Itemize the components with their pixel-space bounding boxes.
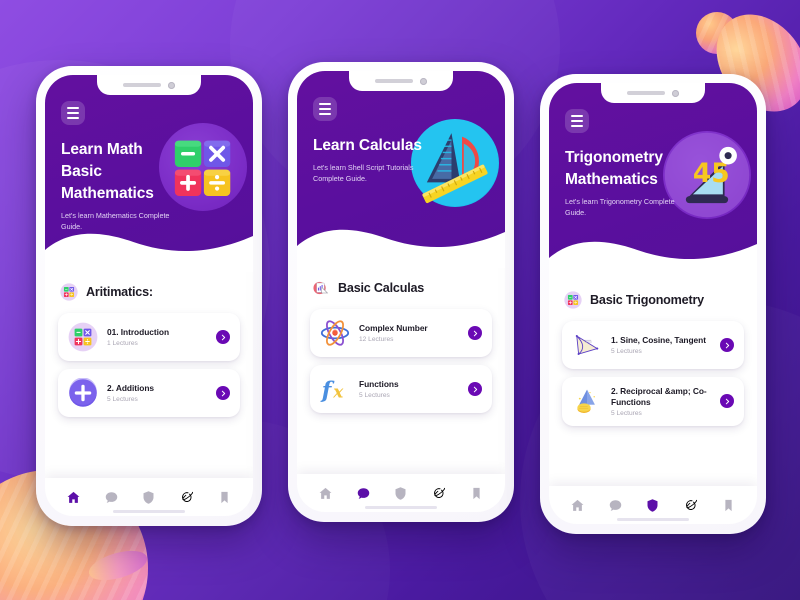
phone-screen: Learn Math Basic Mathematics Let's learn …: [45, 75, 253, 516]
nav-planet[interactable]: [177, 487, 197, 507]
home-indicator: [113, 510, 185, 513]
nav-home[interactable]: [64, 487, 84, 507]
course-card-list: Complex Number 12 Lectures f x Functions 5…: [310, 309, 492, 413]
course-card[interactable]: 2. Reciprocal &amp; Co-Functions 5 Lectur…: [562, 377, 744, 426]
open-course-arrow-button[interactable]: [468, 382, 482, 396]
course-card[interactable]: 2. Additions 5 Lectures: [58, 369, 240, 417]
course-card[interactable]: 1. Sine, Cosine, Tangent 5 Lectures: [562, 321, 744, 369]
open-course-arrow-button[interactable]: [720, 394, 734, 409]
home-indicator: [365, 506, 437, 509]
course-title: 1. Sine, Cosine, Tangent: [611, 335, 706, 346]
phone-screen: Learn Calculas Let's learn Shell Script T…: [297, 71, 505, 512]
open-course-arrow-button[interactable]: [468, 326, 482, 340]
home-indicator: [617, 518, 689, 521]
open-course-arrow-button[interactable]: [720, 338, 734, 352]
math-blocks-small-icon: [60, 283, 78, 301]
math-blocks-small-icon: [68, 322, 98, 352]
phone-mockup-1: Learn Math Basic Mathematics Let's learn …: [36, 66, 262, 526]
speaker-grill: [627, 91, 665, 95]
course-title: 2. Reciprocal &amp; Co-Functions: [611, 386, 707, 407]
nav-home[interactable]: [316, 483, 336, 503]
nav-bookmark[interactable]: [718, 495, 738, 515]
course-lecture-count: 12 Lectures: [359, 335, 394, 343]
speaker-grill: [375, 79, 413, 83]
page-title: Learn Math Basic Mathematics: [61, 141, 154, 202]
phone-screen: Trigonometry Mathematics Let's learn Trig…: [549, 83, 757, 524]
course-title: Functions: [359, 379, 399, 390]
nav-bookmark[interactable]: [466, 483, 486, 503]
section-title: Basic Calculas: [338, 281, 425, 295]
header-wave-divider: [297, 229, 505, 268]
math-blocks-small-icon: [564, 291, 582, 309]
plus-circle-icon: [68, 378, 98, 408]
course-title: 2. Additions: [107, 383, 155, 394]
app-header: Learn Math Basic Mathematics Let's learn …: [45, 75, 253, 272]
header-wave-divider: [549, 241, 757, 280]
app-header: Trigonometry Mathematics Let's learn Trig…: [549, 83, 757, 280]
course-lecture-count: 1 Lectures: [107, 339, 138, 347]
nav-shield[interactable]: [643, 495, 663, 515]
app-header: Learn Calculas Let's learn Shell Script T…: [297, 71, 505, 268]
svg-text:f: f: [320, 377, 335, 403]
course-card[interactable]: 01. Introduction 1 Lectures: [58, 313, 240, 361]
course-title: 01. Introduction: [107, 327, 170, 338]
page-subtitle: Let's learn Mathematics Complete Guide.: [61, 211, 170, 232]
nav-planet[interactable]: [681, 495, 701, 515]
course-title: Complex Number: [359, 323, 428, 334]
nav-chat[interactable]: [605, 495, 625, 515]
course-lecture-count: 5 Lectures: [611, 409, 642, 417]
hamburger-menu-icon[interactable]: [61, 101, 85, 125]
atom-icon: [320, 318, 350, 348]
open-course-arrow-button[interactable]: [216, 386, 230, 400]
speaker-grill: [123, 83, 161, 87]
mockup-stage: Learn Math Basic Mathematics Let's learn …: [0, 0, 800, 600]
phone-mockup-3: Trigonometry Mathematics Let's learn Trig…: [540, 74, 766, 534]
section-header: Basic Trigonometry: [564, 291, 744, 309]
nav-home[interactable]: [568, 495, 588, 515]
section-title: Basic Trigonometry: [590, 293, 704, 307]
nav-bookmark[interactable]: [214, 487, 234, 507]
section-header: Basic Calculas: [312, 279, 492, 297]
planet-decoration-small-top: [696, 12, 738, 54]
nav-chat[interactable]: [101, 487, 121, 507]
page-subtitle: Let's learn Shell Script Tutorials Compl…: [313, 163, 414, 184]
course-card[interactable]: Complex Number 12 Lectures: [310, 309, 492, 357]
front-camera: [420, 77, 427, 85]
hamburger-menu-icon[interactable]: [313, 97, 337, 121]
open-course-arrow-button[interactable]: [216, 330, 230, 344]
course-card-list: 1. Sine, Cosine, Tangent 5 Lectures 2. Re…: [562, 321, 744, 426]
page-subtitle: Let's learn Trigonometry Complete Guide.: [565, 197, 675, 218]
section-title: Aritimatics:: [86, 285, 153, 299]
nav-chat[interactable]: [353, 483, 373, 503]
front-camera: [168, 81, 175, 89]
course-lecture-count: 5 Lectures: [359, 391, 390, 399]
nav-planet[interactable]: [429, 483, 449, 503]
triangle-coin-icon: [572, 386, 602, 416]
nav-shield[interactable]: [391, 483, 411, 503]
header-wave-divider: [45, 233, 253, 272]
course-card[interactable]: f x Functions 5 Lectures: [310, 365, 492, 413]
section-header: Aritimatics:: [60, 283, 240, 301]
phone-notch: [601, 83, 705, 103]
phone-notch: [97, 75, 201, 95]
function-icon: f x: [320, 374, 350, 404]
page-title: Trigonometry Mathematics: [565, 149, 663, 188]
nav-shield[interactable]: [139, 487, 159, 507]
front-camera: [672, 89, 679, 97]
phone-mockup-2: Learn Calculas Let's learn Shell Script T…: [288, 62, 514, 522]
document-chart-icon: [312, 279, 330, 297]
phone-notch: [349, 71, 453, 91]
course-lecture-count: 5 Lectures: [107, 395, 138, 403]
hamburger-menu-icon[interactable]: [565, 109, 589, 133]
course-card-list: 01. Introduction 1 Lectures 2. Additions 5…: [58, 313, 240, 417]
svg-text:x: x: [332, 381, 344, 401]
planet-decoration-ring-bottom: [85, 545, 151, 586]
page-title: Learn Calculas: [313, 137, 422, 154]
course-lecture-count: 5 Lectures: [611, 347, 642, 355]
sine-graph-icon: [572, 330, 602, 360]
